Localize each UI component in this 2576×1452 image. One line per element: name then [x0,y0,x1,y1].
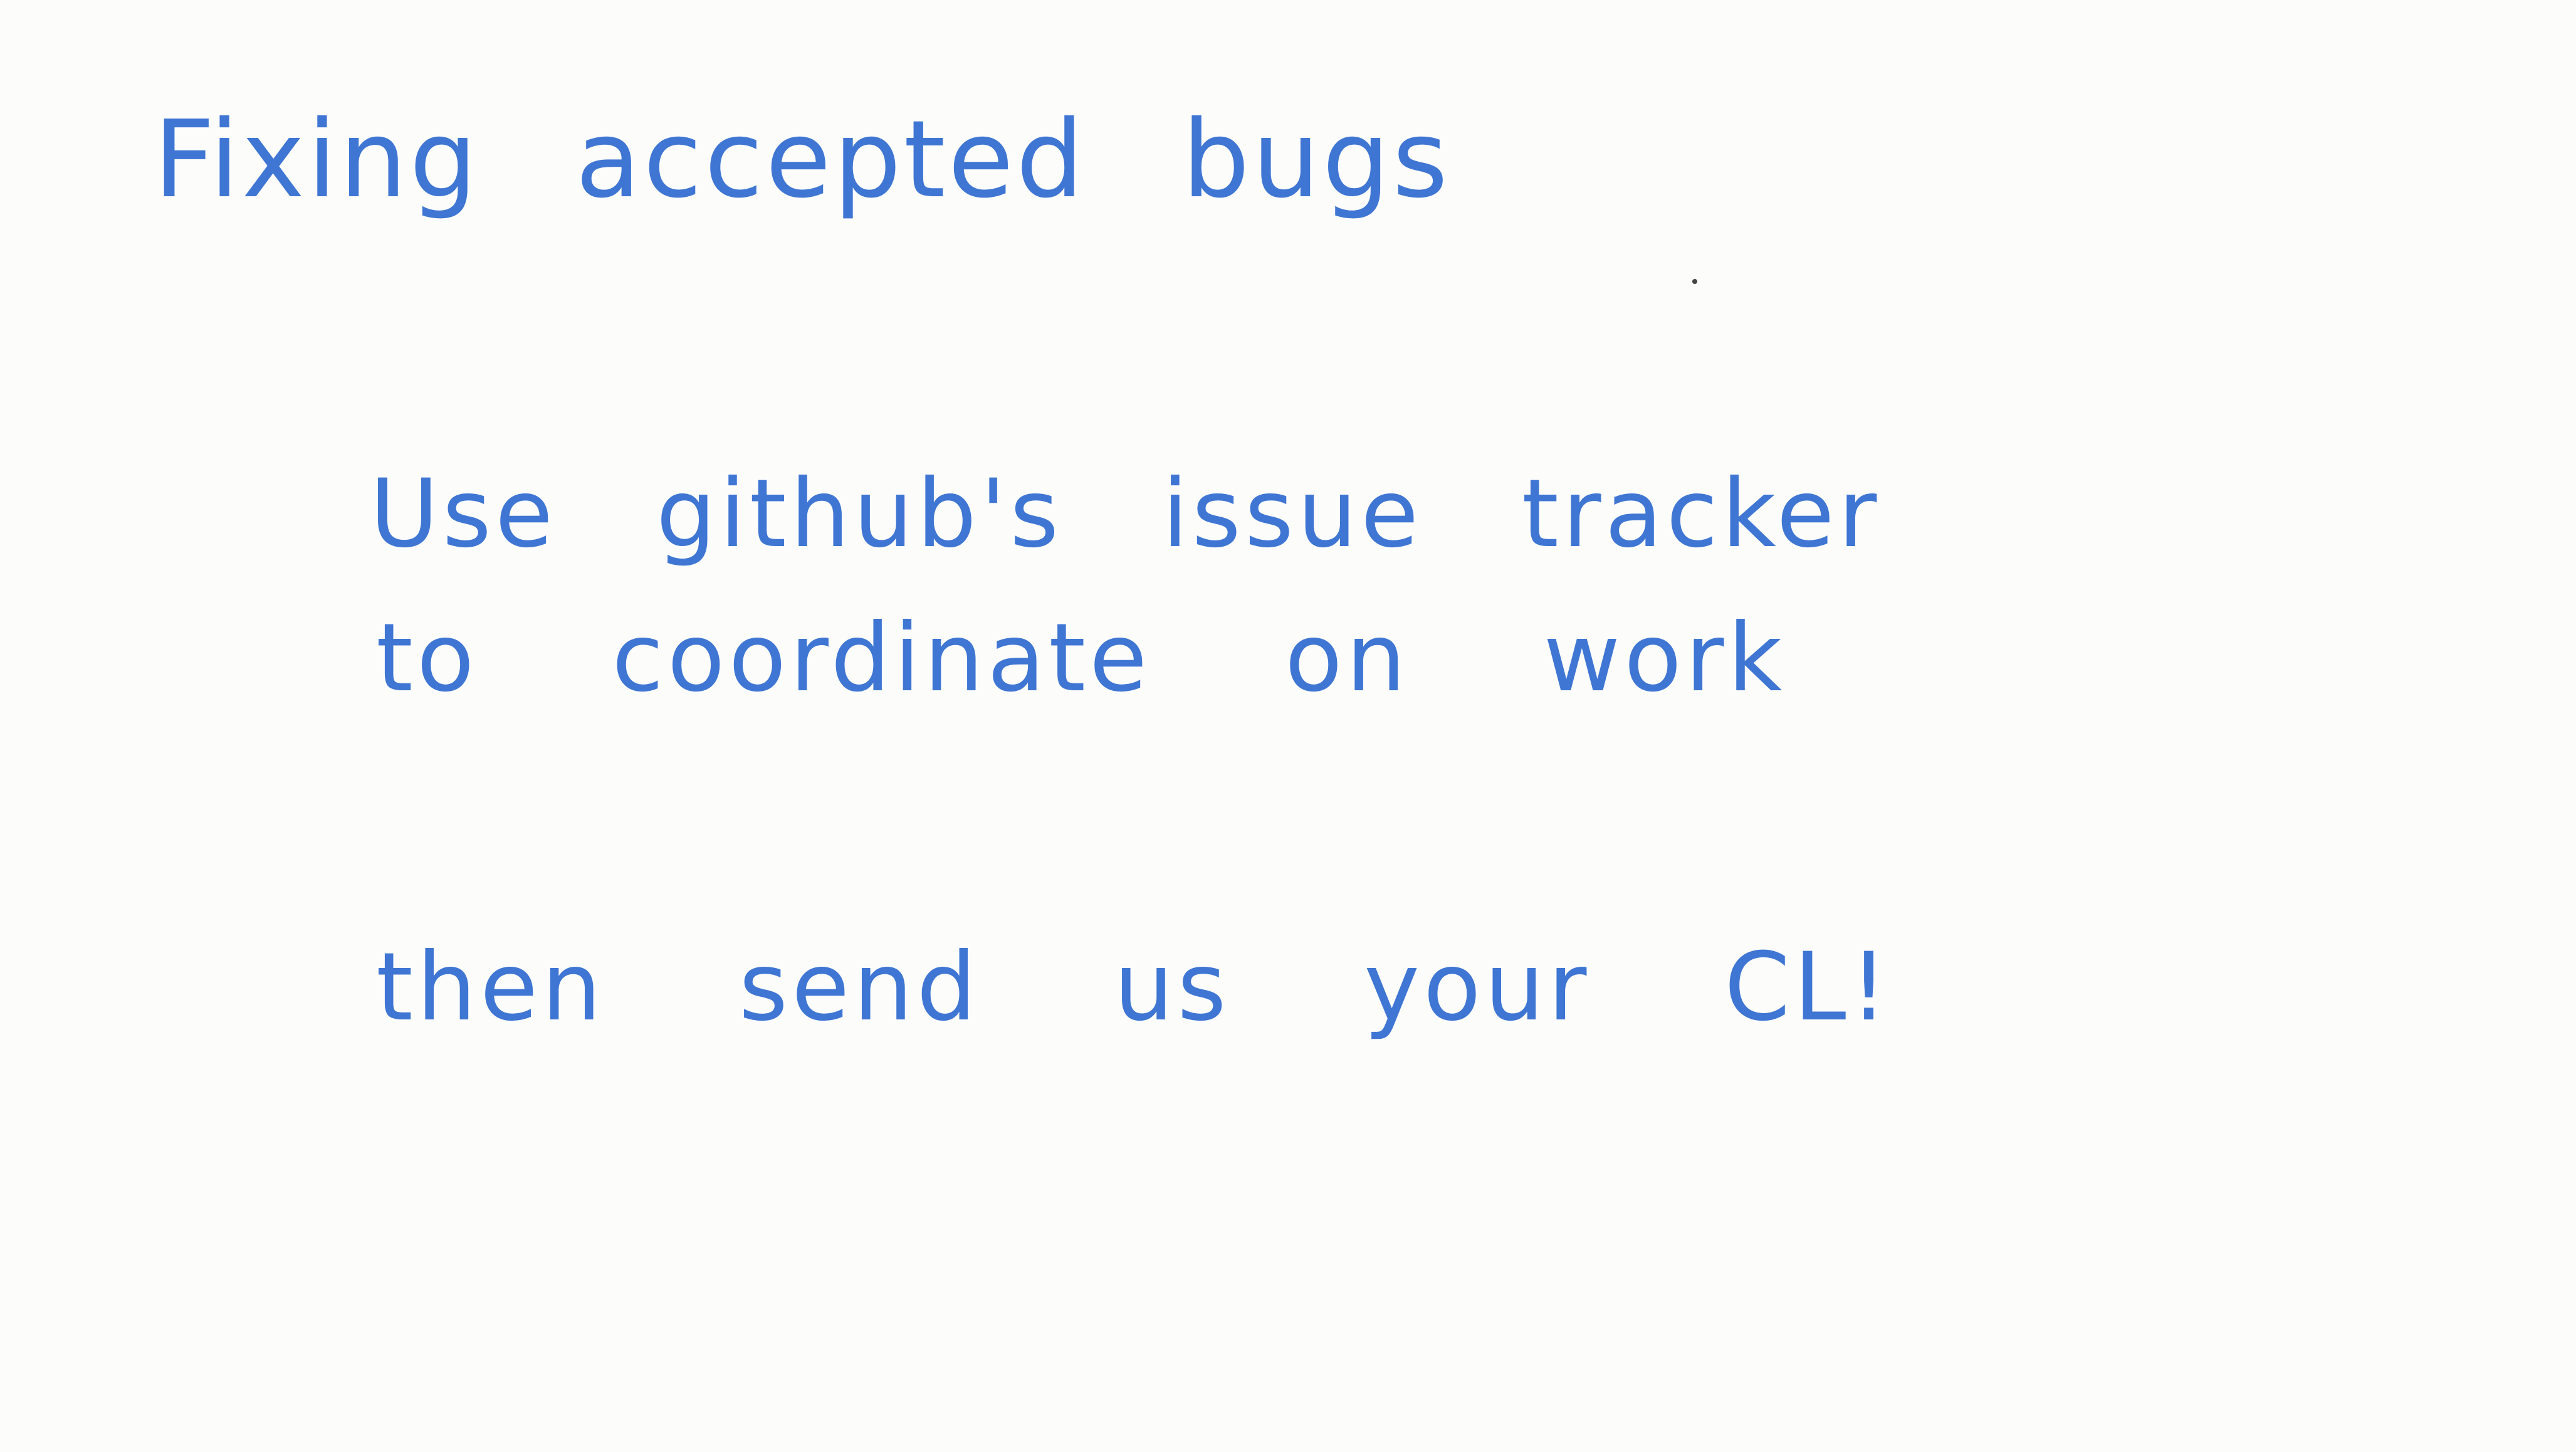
closing-line: then send us your CL! [376,933,1892,1042]
ink-speck [1692,279,1697,284]
paragraph-line-1: Use github's issue tracker [370,460,1881,569]
handwritten-note-card: Fixing accepted bugs Use github's issue … [0,0,2576,1452]
card-title: Fixing accepted bugs [154,98,1451,222]
paragraph-line-2: to coordinate on work [376,604,1786,713]
